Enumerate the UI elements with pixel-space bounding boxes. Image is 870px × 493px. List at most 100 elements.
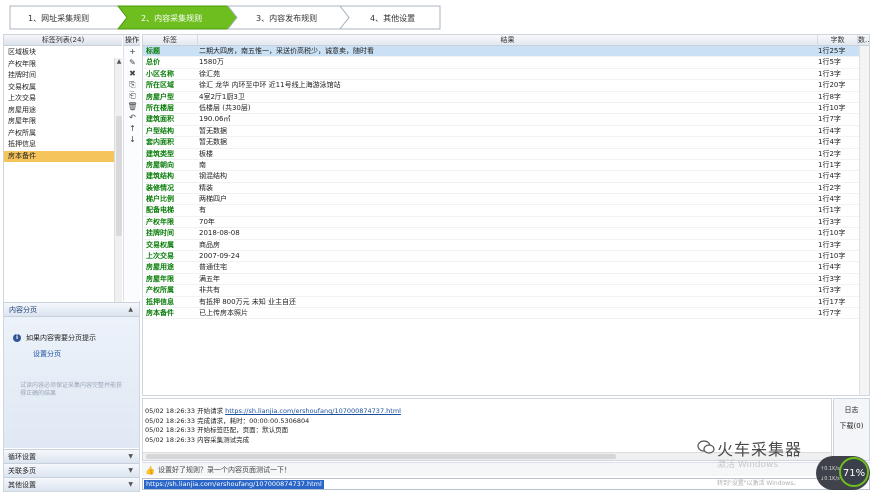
row-label: 建筑结构	[146, 172, 174, 181]
row-label: 产权所属	[146, 286, 174, 295]
row-count: 1行1字	[818, 160, 841, 169]
tag-list-item[interactable]: 上次交易	[4, 93, 122, 105]
tag-list-item[interactable]: 房屋用途	[4, 105, 122, 117]
table-row[interactable]: 抵押信息 有抵押 800万元 未知 业主自还 1行17字	[143, 297, 869, 308]
left-panel: 标签列表(24) 区域板块 产权年限 挂牌时间 交易权属 上次交易 房屋用途 房屋年限 产权所…	[3, 34, 140, 492]
row-result: 徐汇苑	[199, 69, 220, 78]
row-label: 抵押信息	[146, 297, 174, 306]
move-down-icon[interactable]: ↓	[124, 134, 141, 145]
table-row[interactable]: 房屋户型 4室2厅1厨3卫 1行8字	[143, 92, 869, 103]
row-result: 4室2厅1厨3卫	[199, 92, 245, 101]
col-label-header[interactable]: 标签	[143, 35, 198, 46]
grid-body: 标题 二期大四房，南五惟一，采送价高税少，诚意卖，随时看 1行25字 总价 1580万 1…	[143, 46, 869, 320]
tag-list-item[interactable]: 交易权属	[4, 82, 122, 94]
table-row[interactable]: 装修情况 精装 1行2字	[143, 183, 869, 195]
log-scroll-thumb[interactable]	[146, 454, 616, 459]
other-settings-header[interactable]: 其他设置 ▼	[4, 477, 139, 491]
log-line: 05/02 18:26:33 完成请求，耗时：00:00:00.5306804	[143, 417, 831, 427]
collapse-icon[interactable]: ▲	[128, 303, 133, 317]
test-url-value[interactable]: https://sh.lianjia.com/ershoufang/107000…	[144, 480, 324, 489]
step-content-rules[interactable]: 2、内容采集规则	[141, 13, 202, 24]
expand-icon[interactable]: ▼	[128, 464, 133, 478]
table-row[interactable]: 房本备件 已上传房本照片 1行7字	[143, 308, 869, 320]
expand-icon[interactable]: ▼	[128, 450, 133, 464]
step-url-rules[interactable]: 1、网址采集规则	[28, 13, 89, 24]
copy-icon[interactable]: ⎘	[124, 79, 141, 90]
tab-downloads[interactable]: 下载(0)	[834, 419, 869, 433]
step-publish-rules[interactable]: 3、内容发布规则	[256, 13, 317, 24]
table-row[interactable]: 房屋用途 普通住宅 1行4字	[143, 262, 869, 274]
tag-list-item[interactable]: 产权年限	[4, 59, 122, 71]
paste-icon[interactable]: ⎗	[124, 90, 141, 101]
set-paging-link[interactable]: 设置分页	[33, 349, 61, 359]
add-icon[interactable]: +	[124, 46, 141, 57]
row-count: 1行5字	[818, 58, 841, 67]
tag-list-item[interactable]: 抵押信息	[4, 139, 122, 151]
expand-icon[interactable]: ▼	[128, 478, 133, 492]
delete-icon[interactable]: ✖	[124, 68, 141, 79]
log-url-link[interactable]: https://sh.lianjia.com/ershoufang/107000…	[225, 407, 401, 415]
row-result: 有	[199, 206, 206, 215]
row-label: 总价	[146, 58, 160, 67]
table-row[interactable]: 配备电梯 有 1行1字	[143, 205, 869, 217]
undo-icon[interactable]: ↶	[124, 112, 141, 123]
scroll-up-icon[interactable]: ▲	[115, 58, 123, 66]
row-result: 满五年	[199, 274, 220, 283]
loop-settings-header[interactable]: 循环设置 ▼	[4, 449, 139, 463]
row-label: 配备电梯	[146, 206, 174, 215]
grid-scrollbar[interactable]	[859, 46, 869, 395]
row-count: 1行17字	[818, 297, 846, 306]
table-row[interactable]: 建筑结构 钢混结构 1行4字	[143, 171, 869, 183]
row-label: 产权年限	[146, 217, 174, 226]
feedback-text[interactable]: 设置好了规则？录一个内容页面测试一下！	[158, 465, 291, 475]
activate-windows-text: 激活 Windows	[717, 460, 779, 470]
grid-header: 标签 结果 字数 数...	[143, 35, 869, 46]
tag-list-item[interactable]: 挂牌时间	[4, 70, 122, 82]
scroll-thumb[interactable]	[116, 116, 122, 236]
table-row[interactable]: 总价 1580万 1行5字	[143, 57, 869, 69]
tag-list-item[interactable]: 区域板块	[4, 47, 122, 59]
row-count: 1行20字	[818, 81, 846, 90]
table-row[interactable]: 房屋朝向 南 1行1字	[143, 160, 869, 172]
table-row[interactable]: 所在楼层 低楼层 (共30层) 1行10字	[143, 103, 869, 115]
content-paging-header[interactable]: 内容分页 ▲	[4, 303, 139, 317]
table-row[interactable]: 梯户比例 两梯四户 1行4字	[143, 194, 869, 206]
edit-icon[interactable]: ✎	[124, 57, 141, 68]
col-extra-header[interactable]: 数...	[858, 35, 869, 46]
tag-list-item[interactable]: 产权所属	[4, 128, 122, 140]
table-row[interactable]: 标题 二期大四房，南五惟一，采送价高税少，诚意卖，随时看 1行25字	[143, 46, 869, 58]
col-count-header[interactable]: 字数	[818, 35, 858, 46]
clear-icon[interactable]: 🗑	[124, 101, 141, 112]
table-row[interactable]: 房屋年限 满五年 1行3字	[143, 274, 869, 286]
col-result-header[interactable]: 结果	[198, 35, 818, 46]
row-count: 1行10字	[818, 252, 846, 261]
row-count: 1行1字	[818, 206, 841, 215]
table-row[interactable]: 套内面积 暂无数据 1行4字	[143, 137, 869, 149]
paging-tip: i 如果内容需要分页提示	[13, 333, 96, 343]
log-line: 05/02 18:26:33 开始请求 https://sh.lianjia.c…	[143, 407, 831, 417]
row-count: 1行2字	[818, 149, 841, 158]
table-row[interactable]: 挂牌时间 2018-08-08 1行10字	[143, 228, 869, 240]
related-pages-header[interactable]: 关联多页 ▼	[4, 463, 139, 477]
table-row[interactable]: 产权年限 70年 1行3字	[143, 217, 869, 229]
table-row[interactable]: 交易权属 商品房 1行3字	[143, 240, 869, 252]
table-row[interactable]: 户型结构 暂无数据 1行4字	[143, 126, 869, 138]
table-row[interactable]: 建筑面积 190.06㎡ 1行7字	[143, 114, 869, 126]
log-line: 05/02 18:26:33 开始标签匹配，页面：默认页面	[143, 426, 831, 436]
table-row[interactable]: 建筑类型 板楼 1行2字	[143, 149, 869, 160]
table-row[interactable]: 小区名称 徐汇苑 1行3字	[143, 69, 869, 81]
tag-list-item[interactable]: 房本备件	[4, 150, 122, 162]
download-speed: ↓0.1K/s	[820, 476, 840, 482]
tag-list-item[interactable]: 房屋年限	[4, 116, 122, 128]
row-count: 1行3字	[818, 240, 841, 249]
row-result: 精装	[199, 183, 213, 192]
step-other-settings[interactable]: 4、其他设置	[370, 13, 415, 24]
tag-list-scrollbar[interactable]: ▲ ▼	[114, 58, 122, 309]
row-count: 1行10字	[818, 103, 846, 112]
row-result: 二期大四房，南五惟一，采送价高税少，诚意卖，随时看	[199, 47, 374, 55]
tab-log[interactable]: 日志	[834, 403, 869, 417]
table-row[interactable]: 上次交易 2007-09-24 1行10字	[143, 251, 869, 263]
move-up-icon[interactable]: ↑	[124, 123, 141, 134]
table-row[interactable]: 所在区域 徐汇 龙华 内环至中环 近11号线上海游泳馆站 1行20字	[143, 80, 869, 92]
table-row[interactable]: 产权所属 非共有 1行3字	[143, 285, 869, 297]
